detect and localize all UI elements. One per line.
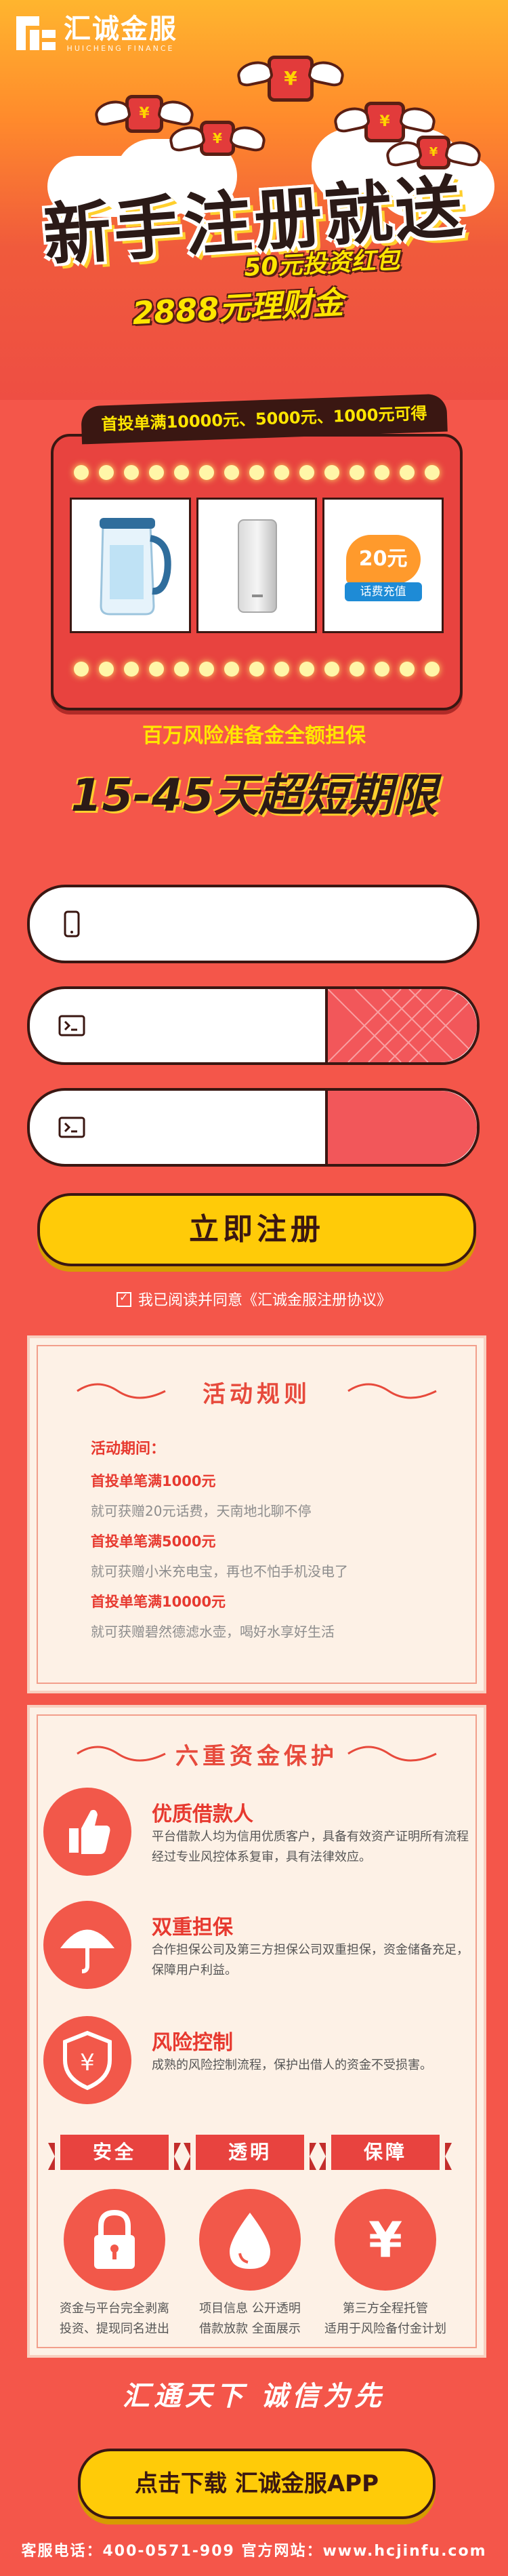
rule-condition: 首投单笔满5000元 (91, 1533, 216, 1550)
phone-field[interactable] (27, 885, 480, 963)
water-pitcher-icon (100, 518, 172, 616)
credit-amount: 20元 (345, 535, 421, 584)
lock-icon (64, 2189, 165, 2291)
feature-desc: 平台借款人均为信用优质客户，具备有效资产证明所有流程经过专业风控体系复审，具有法… (152, 1830, 469, 1864)
svg-text:¥: ¥ (368, 2211, 402, 2268)
feature-quality-borrower: 优质借款人 平台借款人均为信用优质客户，具备有效资产证明所有流程经过专业风控体系… (43, 1788, 477, 1883)
drop-icon (199, 2189, 301, 2291)
terminal-icon (58, 1015, 85, 1037)
protection-panel: 六重资金保护 优质借款人 平台借款人均为信用优质客户，具备有效资产证明所有流程经… (27, 1705, 486, 2358)
rules-title: 活动规则 (203, 1381, 311, 1408)
banner-guarantee: 保障 (319, 2135, 452, 2170)
svg-text:¥: ¥ (80, 2049, 95, 2076)
get-code-button[interactable] (325, 1091, 477, 1164)
bottom-desc-guarantee: 第三方全程托管 适用于风险备付金计划 (324, 2301, 446, 2336)
rule-reward: 就可获赠小米充电宝，再也不怕手机没电了 (91, 1563, 348, 1579)
phone-input[interactable] (104, 901, 310, 946)
verify-code-input[interactable] (104, 1104, 310, 1149)
brand-logo: 汇诚金服 HUICHENG FINANCE (15, 12, 177, 54)
offer-finance-fund: 2888元理财金 (131, 283, 345, 332)
hero-banner: 汇诚金服 HUICHENG FINANCE ¥ ¥ ¥ ¥ ¥ 新手注册就送 5… (0, 0, 508, 400)
rule-condition: 首投单笔满1000元 (91, 1473, 216, 1489)
prize-item-phone-credit: 20元 话费充值 (322, 498, 444, 633)
captcha-image[interactable] (325, 989, 477, 1062)
prize-box: 20元 话费充值 (51, 434, 463, 710)
download-app-button[interactable]: 点击下载 汇诚金服APP (78, 2449, 436, 2519)
term-text: 15-45天超短期限 (70, 769, 438, 822)
terminal-icon (58, 1116, 85, 1138)
power-bank-icon (238, 519, 277, 613)
feature-double-guarantee: 双重担保 合作担保公司及第三方担保公司双重担保，资金储备充足，保障用户利益。 (43, 1901, 477, 1996)
rule-condition: 首投单笔满10000元 (91, 1594, 226, 1610)
rules-list: 活动期间： 首投单笔满1000元 就可获赠20元话费，天南地北聊不停 首投单笔满… (91, 1436, 443, 1641)
flying-gift-icon: ¥ (200, 121, 235, 156)
bottom-desc-safety: 资金与平台完全剥离 投资、提现同名进出 (60, 2301, 169, 2336)
yuan-icon: ¥ (335, 2189, 436, 2291)
footer-contact: 客服电话：400-0571-909 官方网站：www.hcjinfu.com (21, 2543, 487, 2560)
agreement-checkbox[interactable] (116, 1291, 131, 1307)
agreement-text[interactable]: 我已阅读并同意《汇诚金服注册协议》 (138, 1292, 391, 1309)
phone-icon (64, 910, 80, 938)
verify-code-field[interactable] (27, 1088, 480, 1167)
slogan: 汇通天下 诚信为先 (123, 2381, 385, 2412)
bottom-desc-transparency: 项目信息 公开透明 借款放款 全面展示 (199, 2301, 301, 2336)
credit-label: 话费充值 (344, 582, 422, 601)
umbrella-icon (43, 1901, 131, 1989)
logo-mark-icon (15, 12, 57, 54)
rules-panel: 活动规则 活动期间： 首投单笔满1000元 就可获赠20元话费，天南地北聊不停 … (27, 1335, 486, 1693)
offer-red-packet: 50元投资红包 (243, 246, 401, 282)
light-bulbs-bottom (74, 662, 440, 677)
flying-gift-icon: ¥ (125, 95, 163, 133)
feature-title: 优质借款人 (152, 1803, 253, 1826)
feature-title: 风险控制 (152, 2031, 233, 2055)
thumbs-up-icon (43, 1788, 131, 1876)
shield-yuan-icon: ¥ (43, 2016, 131, 2104)
feature-risk-control: ¥ 风险控制 成熟的风险控制流程，保护出借人的资金不受损害。 (43, 2016, 477, 2111)
guarantee-text: 百万风险准备金全额担保 (142, 724, 366, 748)
prize-items: 20元 话费充值 (70, 498, 444, 633)
register-button[interactable]: 立即注册 (37, 1193, 476, 1266)
password-input[interactable] (104, 1003, 310, 1047)
rule-reward: 就可获赠20元话费，天南地北聊不停 (91, 1503, 312, 1519)
brand-name-en: HUICHENG FINANCE (66, 43, 175, 53)
prize-item-power-bank (196, 498, 318, 633)
flying-gift-icon: ¥ (268, 56, 314, 102)
light-bulbs-top (74, 465, 440, 480)
banner-transparency: 透明 (184, 2135, 316, 2170)
landing-page: 汇诚金服 HUICHENG FINANCE ¥ ¥ ¥ ¥ ¥ 新手注册就送 5… (0, 0, 508, 2576)
password-field[interactable] (27, 986, 480, 1065)
agreement-row[interactable]: 我已阅读并同意《汇诚金服注册协议》 (0, 1288, 508, 1310)
protection-title: 六重资金保护 (175, 1743, 338, 1770)
feature-desc: 合作担保公司及第三方担保公司双重担保，资金储备充足，保障用户利益。 (152, 1943, 469, 1977)
prize-item-water-pitcher (70, 498, 191, 633)
rules-period-label: 活动期间： (91, 1441, 166, 1457)
feature-desc: 成熟的风险控制流程，保护出借人的资金不受损害。 (152, 2058, 432, 2072)
flying-gift-icon: ¥ (364, 102, 405, 142)
brand-name: 汇诚金服 (64, 13, 177, 45)
banner-safety: 安全 (48, 2135, 181, 2170)
rule-reward: 就可获赠碧然德滤水壶，喝好水享好生活 (91, 1624, 335, 1640)
feature-title: 双重担保 (152, 1916, 233, 1939)
